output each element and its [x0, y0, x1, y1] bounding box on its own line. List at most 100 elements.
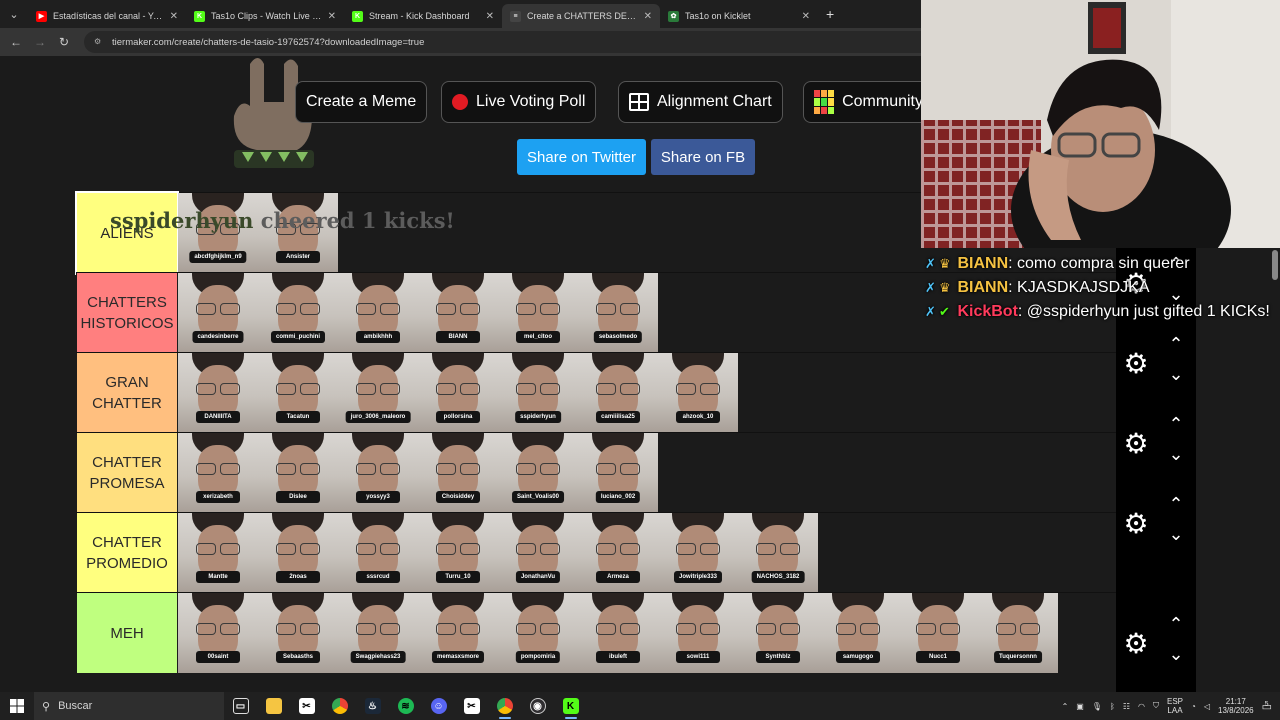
- tier-item-tile[interactable]: memasxsmore: [418, 593, 498, 673]
- tier-item-tile[interactable]: Swagpiehass23: [338, 593, 418, 673]
- tier-item-tile[interactable]: sowi111: [658, 593, 738, 673]
- tier-item-tile[interactable]: Armeza: [578, 513, 658, 593]
- chat-scrollbar[interactable]: [1272, 250, 1278, 280]
- tier-item-tile[interactable]: BIANN: [418, 273, 498, 353]
- site-info-icon[interactable]: ⚙: [94, 37, 104, 47]
- browser-tab-2[interactable]: K Stream - Kick Dashboard ✕: [344, 4, 502, 28]
- forward-arrow-icon[interactable]: →: [28, 35, 52, 49]
- kick-icon[interactable]: K: [554, 692, 587, 720]
- tier-item-tile[interactable]: Turru_10: [418, 513, 498, 593]
- tier-item-tile[interactable]: Jowitriple333: [658, 513, 738, 593]
- browser-tab-0[interactable]: ▶ Estadísticas del canal - YouTube ✕: [28, 4, 186, 28]
- steam-icon[interactable]: ♨: [356, 692, 389, 720]
- chevron-up-icon[interactable]: ⌃: [1164, 335, 1188, 353]
- tier-item-tile[interactable]: juro_3006_maleoro: [338, 353, 418, 433]
- chrome-icon[interactable]: [323, 692, 356, 720]
- tier-item-tile[interactable]: commi_puchini: [258, 273, 338, 353]
- share-twitter-button[interactable]: Share on Twitter: [517, 139, 646, 175]
- browser-tab-1[interactable]: K Tas1o Clips - Watch Live on Kick ✕: [186, 4, 344, 28]
- tier-label[interactable]: CHATTERS HISTORICOS: [77, 273, 177, 353]
- tier-item-tile[interactable]: 00saint: [178, 593, 258, 673]
- browser-tab-4[interactable]: ✿ Tas1o on Kicklet ✕: [660, 4, 818, 28]
- tray-chevron-up-icon[interactable]: ⌃: [1062, 702, 1069, 711]
- tier-item-tile[interactable]: ahzook_10: [658, 353, 738, 433]
- start-button[interactable]: [0, 692, 34, 720]
- tray-mic-icon[interactable]: 🎙: [1092, 702, 1102, 711]
- notification-bell-icon[interactable]: ▭ 5: [1262, 700, 1272, 713]
- tier-label[interactable]: MEH: [77, 593, 177, 673]
- tray-shield-icon[interactable]: ⛉: [1153, 701, 1159, 711]
- chevron-down-icon[interactable]: ⌄: [1164, 365, 1188, 383]
- tier-item-tile[interactable]: yossyy3: [338, 433, 418, 513]
- live-voting-poll-button[interactable]: Live Voting Poll: [441, 81, 597, 123]
- gear-icon[interactable]: ⚙: [1122, 350, 1150, 378]
- tier-label[interactable]: CHATTER PROMEDIO: [77, 513, 177, 593]
- language-indicator[interactable]: ESP LAA: [1167, 697, 1183, 715]
- tier-item-tile[interactable]: Sebaasths: [258, 593, 338, 673]
- chat-username[interactable]: BIANN: [957, 279, 1008, 296]
- tier-item-tile[interactable]: camiiilisa25: [578, 353, 658, 433]
- alignment-chart-button[interactable]: Alignment Chart: [618, 81, 783, 123]
- tier-item-tile[interactable]: Dislee: [258, 433, 338, 513]
- tier-item-tile[interactable]: Saint_Voalis00: [498, 433, 578, 513]
- tier-item-tile[interactable]: NACHOS_3182: [738, 513, 818, 593]
- tier-item-tile[interactable]: JonathanVu: [498, 513, 578, 593]
- tier-item-tile[interactable]: Nucc1: [898, 593, 978, 673]
- tier-item-tile[interactable]: xerizabeth: [178, 433, 258, 513]
- tab-search-chevron-icon[interactable]: ⌄: [0, 0, 28, 28]
- tier-item-tile[interactable]: pompomiria: [498, 593, 578, 673]
- tier-label[interactable]: GRAN CHATTER: [77, 353, 177, 433]
- tier-item-tile[interactable]: Ansister: [258, 193, 338, 273]
- gear-icon[interactable]: ⚙: [1122, 430, 1150, 458]
- create-meme-button[interactable]: Create a Meme: [295, 81, 428, 123]
- tier-item-tile[interactable]: sspiderhyun: [498, 353, 578, 433]
- tab-close-icon[interactable]: ✕: [170, 11, 178, 22]
- tray-volume-icon[interactable]: ◁: [1204, 702, 1210, 711]
- browser-tab-3[interactable]: ≡ Create a CHATTERS DE TASIO T ✕: [502, 4, 660, 28]
- tier-item-tile[interactable]: sssrcud: [338, 513, 418, 593]
- tier-item-tile[interactable]: pollorsina: [418, 353, 498, 433]
- tier-item-tile[interactable]: 2noas: [258, 513, 338, 593]
- chat-username[interactable]: KickBot: [957, 303, 1017, 320]
- file-explorer-icon[interactable]: [257, 692, 290, 720]
- tier-item-tile[interactable]: luciano_002: [578, 433, 658, 513]
- gear-icon[interactable]: ⚙: [1122, 630, 1150, 658]
- tray-network-icon[interactable]: ☷: [1123, 702, 1130, 711]
- tier-item-tile[interactable]: ibuleft: [578, 593, 658, 673]
- chevron-down-icon[interactable]: ⌄: [1164, 525, 1188, 543]
- tier-item-tile[interactable]: ambikhhh: [338, 273, 418, 353]
- tray-wifi-icon[interactable]: ◔: [1191, 702, 1196, 711]
- reload-icon[interactable]: ↻: [52, 35, 76, 49]
- chevron-up-icon[interactable]: ⌃: [1164, 615, 1188, 633]
- tier-item-tile[interactable]: sebasolmedo: [578, 273, 658, 353]
- spotify-icon[interactable]: ≋: [389, 692, 422, 720]
- tray-headset-icon[interactable]: ◠: [1138, 702, 1145, 711]
- chevron-down-icon[interactable]: ⌄: [1164, 645, 1188, 663]
- gear-icon[interactable]: ⚙: [1122, 510, 1150, 538]
- tab-close-icon[interactable]: ✕: [644, 11, 652, 22]
- chat-username[interactable]: BIANN: [957, 255, 1008, 272]
- chrome-active-icon[interactable]: [488, 692, 521, 720]
- tab-close-icon[interactable]: ✕: [328, 11, 336, 22]
- tier-item-tile[interactable]: Synthblz: [738, 593, 818, 673]
- capcut-alt-icon[interactable]: ✂: [455, 692, 488, 720]
- chevron-up-icon[interactable]: ⌃: [1164, 415, 1188, 433]
- tier-item-tile[interactable]: samugogo: [818, 593, 898, 673]
- community-button[interactable]: Community: [803, 81, 933, 123]
- tier-item-tile[interactable]: Tuquersonnn: [978, 593, 1058, 673]
- share-fb-button[interactable]: Share on FB: [651, 139, 755, 175]
- tab-close-icon[interactable]: ✕: [802, 11, 810, 22]
- task-view-icon[interactable]: ▭: [224, 692, 257, 720]
- tray-app-icon[interactable]: ▣: [1076, 702, 1084, 711]
- tier-item-tile[interactable]: Choisiddey: [418, 433, 498, 513]
- tier-item-tile[interactable]: mel_citoo: [498, 273, 578, 353]
- tier-item-tile[interactable]: Tacatun: [258, 353, 338, 433]
- obs-icon[interactable]: ◉: [521, 692, 554, 720]
- tier-item-tile[interactable]: DANIIIITA: [178, 353, 258, 433]
- tier-item-tile[interactable]: abcdfghijklm_n9: [178, 193, 258, 273]
- tier-label[interactable]: ALIENS: [75, 191, 179, 275]
- taskbar-search[interactable]: ⚲ Buscar: [34, 692, 224, 720]
- new-tab-plus-icon[interactable]: +: [826, 6, 834, 22]
- tier-item-tile[interactable]: candesinberre: [178, 273, 258, 353]
- tier-item-tile[interactable]: Mantte: [178, 513, 258, 593]
